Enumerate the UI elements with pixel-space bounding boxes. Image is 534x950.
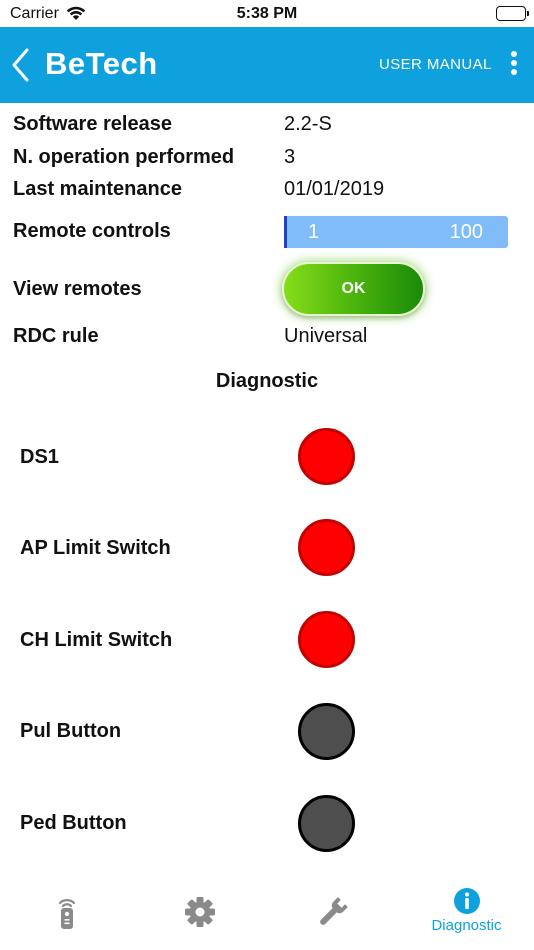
view-remotes-label: View remotes — [13, 278, 142, 300]
ch-limit-switch-status-led — [298, 611, 355, 668]
remote-controls-range[interactable]: 1 100 — [284, 216, 508, 248]
tab-diagnostic-label: Diagnostic — [431, 917, 502, 934]
ds1-status-led — [298, 428, 355, 485]
remote-controls-label: Remote controls — [13, 220, 171, 242]
battery-icon — [496, 6, 529, 21]
operations-value: 3 — [284, 146, 296, 168]
pul-button-status-led — [298, 703, 355, 760]
status-bar: Carrier 5:38 PM — [0, 0, 534, 27]
software-release-value: 2.2-S — [284, 113, 332, 135]
maintenance-value: 01/01/2019 — [284, 178, 385, 200]
more-vertical-icon[interactable] — [506, 51, 522, 79]
range-max-value: 100 — [449, 221, 483, 243]
tab-maintenance[interactable] — [266, 880, 399, 950]
tab-bar: Diagnostic — [0, 880, 534, 950]
ped-button-status-led — [298, 795, 355, 852]
gear-icon — [184, 896, 216, 933]
range-min-value: 1 — [308, 221, 320, 243]
clock: 5:38 PM — [236, 5, 298, 22]
diagnostic-item-label: AP Limit Switch — [20, 537, 171, 559]
rdc-rule-label: RDC rule — [13, 325, 99, 347]
diagnostic-item-label: Pul Button — [20, 720, 122, 742]
tab-remotes[interactable] — [0, 880, 133, 950]
tab-settings[interactable] — [133, 880, 266, 950]
view-remotes-ok-button[interactable]: OK — [282, 262, 425, 316]
range-cursor[interactable] — [284, 216, 287, 248]
rdc-rule-value: Universal — [284, 325, 368, 347]
maintenance-label: Last maintenance — [13, 178, 182, 200]
remote-control-icon — [54, 894, 80, 935]
operations-label: N. operation performed — [13, 146, 235, 168]
nav-bar: BeTech USER MANUAL — [0, 27, 534, 103]
wrench-icon — [316, 896, 350, 933]
software-release-label: Software release — [13, 113, 172, 135]
diagnostic-item-label: CH Limit Switch — [20, 629, 173, 651]
ap-limit-switch-status-led — [298, 519, 355, 576]
diagnostic-item-label: Ped Button — [20, 812, 127, 834]
tab-diagnostic[interactable]: Diagnostic — [400, 880, 533, 950]
diagnostic-section-title: Diagnostic — [215, 370, 319, 392]
info-icon — [453, 887, 481, 920]
app-title: BeTech — [45, 46, 158, 81]
diagnostic-item-label: DS1 — [20, 446, 59, 468]
user-manual-button[interactable]: USER MANUAL — [379, 56, 492, 73]
back-chevron-icon[interactable] — [8, 47, 34, 83]
